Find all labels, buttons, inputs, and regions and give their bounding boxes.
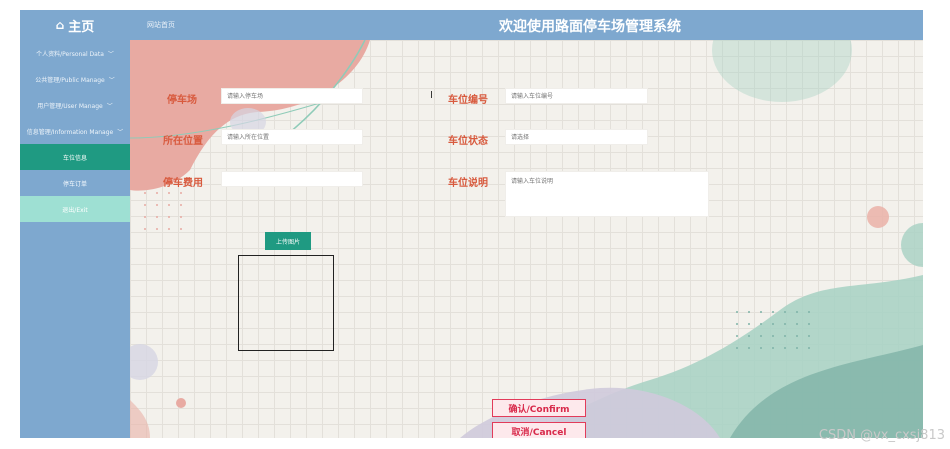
location-label: 所在位置 <box>163 136 203 147</box>
watermark: CSDN @vx_cxsj813 <box>818 428 945 443</box>
sidebar-item-user-manage[interactable]: 用户管理/User Manage ﹀ <box>20 92 130 118</box>
image-preview <box>238 255 334 351</box>
space-number-input[interactable] <box>505 88 648 104</box>
sidebar-item-exit[interactable]: 退出/Exit <box>20 196 130 222</box>
sidebar-item-label: 用户管理/User Manage <box>37 102 103 110</box>
system-title: 欢迎使用路面停车场管理系统 <box>499 19 681 35</box>
location-input[interactable] <box>221 129 363 145</box>
space-description-textarea[interactable] <box>505 171 709 217</box>
sidebar-item-label: 信息管理/Information Manage <box>26 128 114 136</box>
fee-label: 停车费用 <box>163 178 203 189</box>
chevron-down-icon: ﹀ <box>117 128 124 136</box>
sidebar-item-label: 退出/Exit <box>62 206 88 214</box>
space-status-select[interactable] <box>505 129 648 145</box>
space-status-label: 车位状态 <box>448 136 488 147</box>
chevron-down-icon: ﹀ <box>107 50 114 58</box>
sidebar-item-label: 停车订单 <box>62 180 87 188</box>
sidebar-item-label: 公共管理/Public Manage <box>35 76 105 84</box>
fee-input[interactable] <box>221 171 363 187</box>
sidebar-item-information-manage[interactable]: 信息管理/Information Manage ﹀ <box>20 118 130 144</box>
parking-lot-input[interactable] <box>221 88 363 104</box>
sidebar-item-label: 车位信息 <box>62 154 87 162</box>
sidebar-item-personal-data[interactable]: 个人资料/Personal Data ﹀ <box>20 40 130 66</box>
chevron-down-icon: ﹀ <box>108 76 115 84</box>
space-description-label: 车位说明 <box>448 178 488 189</box>
parking-lot-label: 停车场 <box>167 95 197 106</box>
home-link[interactable]: ⌂ 主页 <box>20 10 130 40</box>
sidebar-item-public-manage[interactable]: 公共管理/Public Manage ﹀ <box>20 66 130 92</box>
space-number-label: 车位编号 <box>448 95 488 106</box>
top-bar: ⌂ 主页 网站首页 欢迎使用路面停车场管理系统 <box>20 10 923 40</box>
sidebar-item-label: 个人资料/Personal Data <box>36 50 104 58</box>
home-label: 主页 <box>68 19 95 35</box>
sidebar-item-parking-orders[interactable]: 停车订单 <box>20 170 130 196</box>
cancel-button[interactable]: 取消/Cancel <box>492 422 586 438</box>
sidebar-item-parking-space-info[interactable]: 车位信息 <box>20 144 130 170</box>
sidebar: 个人资料/Personal Data ﹀ 公共管理/Public Manage … <box>20 40 130 438</box>
main-content: 停车场 I 所在位置 停车费用 车位编号 车位状态 车位说明 上传图片 确认/C… <box>130 40 923 438</box>
home-icon: ⌂ <box>55 18 65 32</box>
upload-image-button[interactable]: 上传图片 <box>265 232 311 250</box>
site-home-link[interactable]: 网站首页 <box>147 20 175 30</box>
text-cursor-icon: I <box>430 90 433 101</box>
confirm-button[interactable]: 确认/Confirm <box>492 399 586 417</box>
chevron-down-icon: ﹀ <box>106 102 113 110</box>
app-window: ⌂ 主页 网站首页 欢迎使用路面停车场管理系统 个人资料/Personal Da… <box>20 10 923 438</box>
